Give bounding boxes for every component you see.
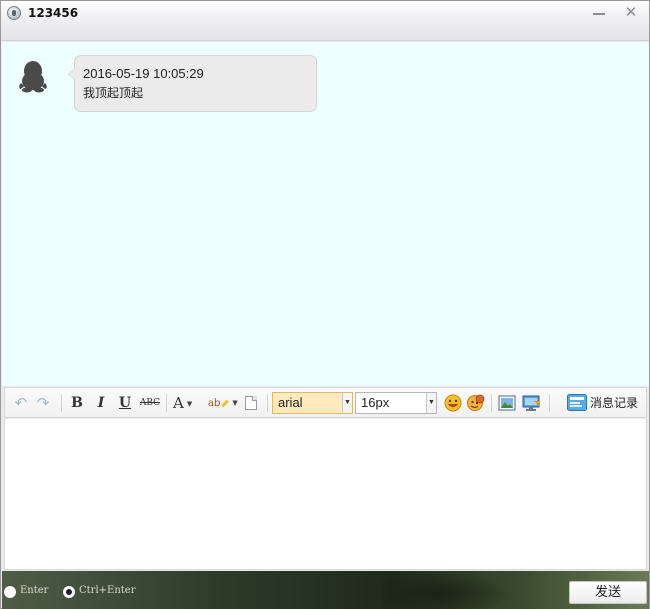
italic-button[interactable]: I	[92, 394, 110, 412]
undo-icon[interactable]: ↶	[12, 394, 30, 412]
chevron-down-icon: ▼	[186, 400, 193, 408]
chat-window: 123456 ✕ 2016-05-19 10:05:29 我顶起顶起 ↶ ↷ B…	[0, 0, 650, 609]
enter-send-radio[interactable]	[4, 586, 16, 598]
clear-format-icon[interactable]	[245, 396, 257, 410]
ctrl-enter-send-label: Ctrl+Enter	[79, 585, 136, 596]
insert-image-icon[interactable]	[497, 393, 517, 413]
bold-button[interactable]: B	[68, 394, 86, 412]
toolbar-divider	[491, 394, 492, 412]
screenshot-icon[interactable]	[521, 393, 541, 413]
font-color-label: A	[173, 394, 184, 412]
highlighter-icon	[221, 399, 230, 407]
background-color-button[interactable]: ab ▼	[208, 394, 238, 412]
message-text: 我顶起顶起	[83, 86, 144, 100]
font-size-select[interactable]: 16px ▼	[355, 392, 437, 414]
message-history-button[interactable]: 消息记录	[567, 392, 645, 414]
strikethrough-button[interactable]: ABC	[139, 394, 161, 412]
message-timestamp: 2016-05-19 10:05:29	[83, 66, 204, 81]
ctrl-enter-send-radio[interactable]	[63, 586, 75, 598]
font-family-value: arial	[278, 395, 303, 410]
message-input[interactable]	[4, 419, 647, 570]
editor-toolbar: ↶ ↷ B I U ABC A ▼ ab ▼ arial ▼ 16px ▼ 消息…	[4, 387, 647, 418]
app-icon	[7, 6, 21, 20]
message-bubble: 2016-05-19 10:05:29 我顶起顶起	[68, 55, 317, 112]
minimize-icon	[593, 13, 605, 15]
chevron-down-icon[interactable]: ▼	[426, 393, 436, 413]
chevron-down-icon[interactable]: ▼	[342, 393, 352, 413]
underline-button[interactable]: U	[116, 394, 134, 412]
toolbar-divider	[61, 394, 62, 412]
font-size-value: 16px	[361, 395, 390, 410]
toolbar-divider	[267, 394, 268, 412]
send-button[interactable]: 发送	[569, 581, 647, 604]
redo-icon[interactable]: ↷	[34, 394, 52, 412]
font-family-select[interactable]: arial ▼	[272, 392, 353, 414]
toolbar-divider	[166, 394, 167, 412]
close-icon: ✕	[624, 3, 638, 21]
bg-color-label: ab	[208, 398, 221, 409]
sticker-icon[interactable]	[466, 393, 486, 413]
chevron-down-icon: ▼	[232, 399, 238, 407]
toolbar-divider	[549, 394, 550, 412]
history-label: 消息记录	[590, 396, 639, 410]
emoji-icon[interactable]	[443, 393, 463, 413]
chat-history-icon	[567, 394, 587, 411]
message-area[interactable]: 2016-05-19 10:05:29 我顶起顶起	[2, 42, 649, 386]
minimize-button[interactable]	[586, 3, 612, 21]
font-color-button[interactable]: A ▼	[173, 394, 201, 412]
title-bar[interactable]: 123456 ✕	[1, 1, 649, 41]
window-title: 123456	[28, 6, 79, 20]
footer-bar: Enter Ctrl+Enter 发送	[2, 571, 649, 609]
penguin-avatar-icon[interactable]	[17, 59, 49, 93]
close-button[interactable]: ✕	[618, 3, 644, 21]
enter-send-label: Enter	[20, 585, 49, 596]
